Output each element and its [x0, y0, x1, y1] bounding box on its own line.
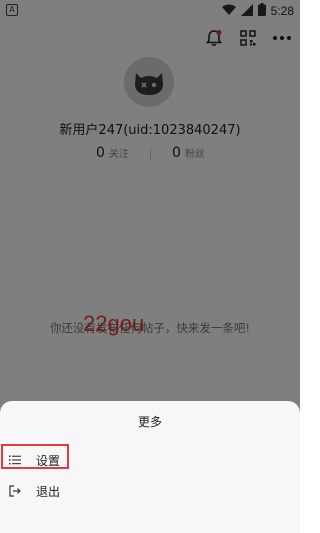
menu-item-label: 退出	[36, 484, 61, 499]
sheet-title: 更多	[137, 415, 162, 429]
highlight-box	[1, 444, 69, 469]
logout-icon	[9, 485, 21, 497]
profile-screen: A 5:28	[0, 0, 300, 533]
menu-item-logout[interactable]: 退出	[0, 477, 300, 505]
